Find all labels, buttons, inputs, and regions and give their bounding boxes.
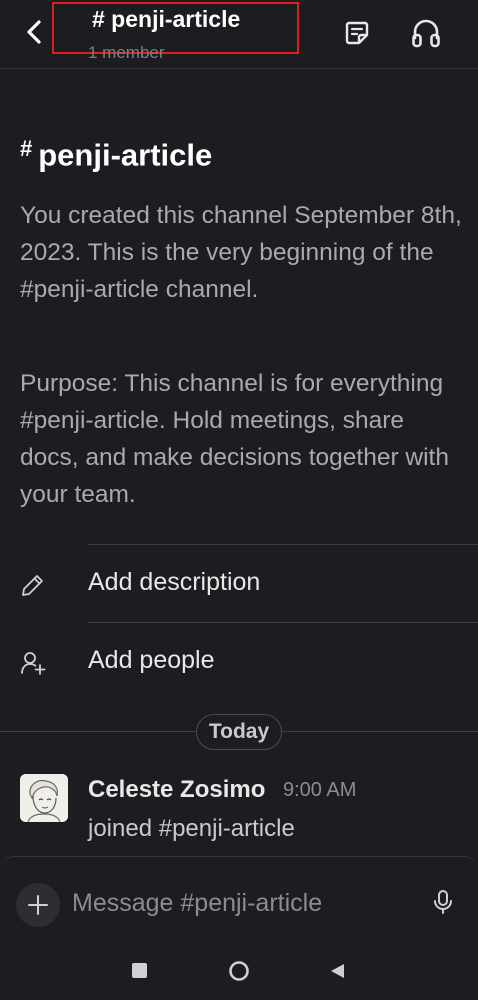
add-people-button[interactable]: Add people	[0, 628, 478, 698]
chevron-left-icon[interactable]	[18, 14, 50, 50]
plus-icon	[28, 895, 48, 915]
channel-title[interactable]: # penji-article	[92, 6, 240, 33]
date-divider-label[interactable]: Today	[196, 714, 282, 750]
message-author[interactable]: Celeste Zosimo	[88, 776, 265, 804]
pencil-icon	[22, 575, 43, 596]
channel-purpose-text: Purpose: This channel is for everything …	[20, 370, 449, 508]
message-input[interactable]	[72, 886, 402, 920]
message-composer	[0, 856, 478, 939]
channel-header: # penji-article 1 member	[0, 0, 478, 69]
add-person-icon	[21, 652, 46, 675]
channel-intro-name: penji-article	[38, 137, 213, 173]
add-people-label: Add people	[88, 646, 215, 674]
add-description-button[interactable]: Add description	[0, 550, 478, 620]
add-description-label: Add description	[88, 568, 261, 596]
message-time: 9:00 AM	[283, 779, 357, 801]
home-button[interactable]	[228, 960, 250, 982]
channel-created-text: You created this channel September 8th, …	[20, 202, 462, 303]
avatar[interactable]	[20, 774, 68, 822]
plus-button[interactable]	[16, 883, 60, 927]
recents-button[interactable]	[132, 963, 147, 978]
member-count[interactable]: 1 member	[88, 43, 165, 63]
microphone-icon[interactable]	[432, 889, 454, 915]
hash-symbol: #	[20, 136, 33, 161]
canvas-icon[interactable]	[344, 20, 370, 46]
headphones-icon[interactable]	[410, 16, 442, 50]
divider	[88, 544, 478, 545]
divider	[88, 622, 478, 623]
message-text: joined #penji-article	[88, 815, 295, 842]
channel-intro-title: # penji-article	[20, 134, 212, 173]
system-back-button[interactable]	[328, 962, 346, 980]
